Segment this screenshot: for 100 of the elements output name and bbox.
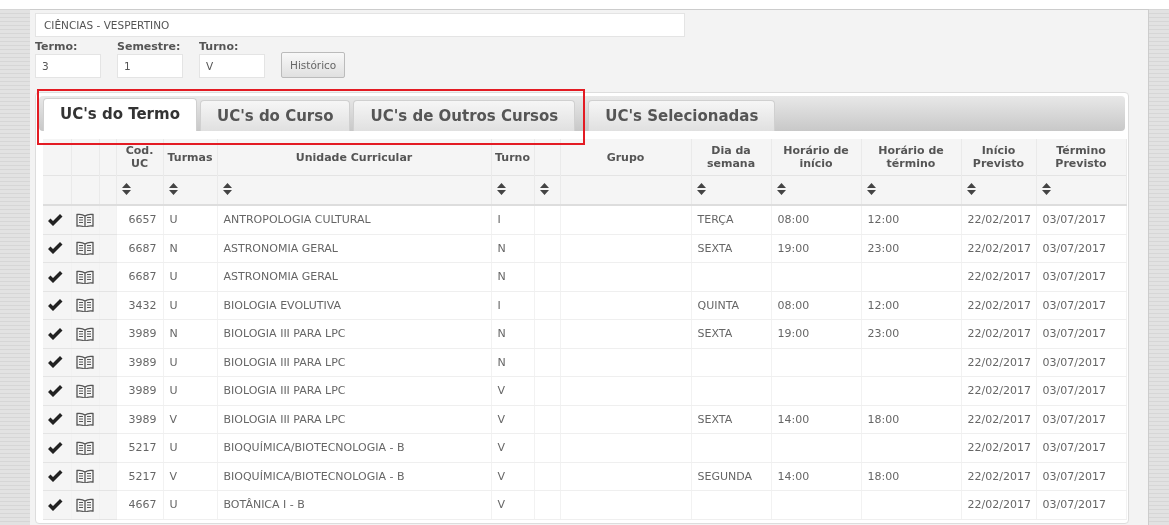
tab[interactable]: UC's do Curso	[199, 100, 351, 131]
table-cell: V	[497, 412, 506, 426]
sort-icon[interactable]	[1041, 182, 1051, 195]
table-cell: BIOLOGIA III PARA LPC	[223, 327, 346, 341]
table-cell: U	[169, 441, 178, 455]
tab[interactable]: UC's Selecionadas	[588, 100, 776, 131]
table-cell: V	[497, 441, 506, 455]
input-field[interactable]: V	[199, 54, 265, 78]
book-icon[interactable]	[75, 269, 94, 284]
book-icon[interactable]	[75, 440, 94, 455]
book-icon[interactable]	[75, 412, 94, 427]
column-header[interactable]: Unidade Curricular	[217, 139, 491, 176]
table-cell: U	[169, 498, 178, 512]
table-cell: U	[169, 355, 178, 369]
table-cell: 3989	[128, 355, 157, 369]
checkmark-icon[interactable]	[47, 269, 63, 284]
column-header[interactable]: Término Previsto	[1036, 139, 1126, 176]
table-cell: 23:00	[867, 241, 900, 255]
checkmark-icon[interactable]	[47, 326, 63, 341]
table-cell: 22/02/2017	[967, 270, 1031, 284]
book-icon[interactable]	[75, 241, 94, 256]
table-cell: BIOQUÍMICA/BIOTECNOLOGIA - B	[223, 441, 405, 455]
table-cell: I	[497, 213, 501, 227]
sort-icon[interactable]	[696, 182, 706, 195]
book-icon[interactable]	[75, 212, 94, 227]
table-cell: 08:00	[777, 298, 810, 312]
column-header[interactable]: Início Previsto	[961, 139, 1036, 176]
table-cell: 18:00	[867, 412, 900, 426]
table-cell: 4667	[128, 498, 157, 512]
column-header[interactable]: Horário de término	[861, 139, 961, 176]
table-cell: 6657	[128, 213, 157, 227]
column-header[interactable]: Turmas	[163, 139, 217, 176]
checkmark-icon[interactable]	[47, 298, 63, 313]
book-icon[interactable]	[75, 469, 94, 484]
table-cell: V	[497, 469, 506, 483]
table-cell: ANTROPOLOGIA CULTURAL	[223, 213, 371, 227]
table-cell: 03/07/2017	[1042, 298, 1106, 312]
sort-icon[interactable]	[776, 182, 786, 195]
course-field[interactable]: CIÊNCIAS - VESPERTINO	[35, 13, 685, 37]
table-cell: N	[169, 241, 178, 255]
book-icon[interactable]	[75, 355, 94, 370]
table-cell: 22/02/2017	[967, 441, 1031, 455]
table-cell: I	[497, 298, 501, 312]
column-header[interactable]: Cod. UC	[116, 139, 163, 176]
table-cell: 03/07/2017	[1042, 498, 1106, 512]
book-icon[interactable]	[75, 383, 94, 398]
checkmark-icon[interactable]	[47, 497, 63, 512]
checkmark-icon[interactable]	[47, 469, 63, 484]
sort-icon[interactable]	[222, 182, 232, 195]
sort-icon[interactable]	[496, 182, 506, 195]
column-header[interactable]: Grupo	[560, 139, 691, 176]
sort-icon[interactable]	[168, 182, 178, 195]
table-cell: U	[169, 270, 178, 284]
table-cell: V	[169, 469, 178, 483]
table-cell: 6687	[128, 241, 157, 255]
table-cell: 22/02/2017	[967, 384, 1031, 398]
checkmark-icon[interactable]	[47, 412, 63, 427]
book-icon[interactable]	[75, 298, 94, 313]
table-cell: 03/07/2017	[1042, 270, 1106, 284]
table-cell: BIOLOGIA EVOLUTIVA	[223, 298, 341, 312]
sort-icon[interactable]	[121, 182, 131, 195]
table-cell: V	[497, 498, 506, 512]
sort-icon[interactable]	[866, 182, 876, 195]
table-cell: 5217	[128, 469, 157, 483]
table-cell: 03/07/2017	[1042, 441, 1106, 455]
tab[interactable]: UC's do Termo	[43, 98, 197, 131]
table-cell: BIOLOGIA III PARA LPC	[223, 384, 346, 398]
column-header[interactable]: Dia da semana	[691, 139, 771, 176]
checkmark-icon[interactable]	[47, 383, 63, 398]
column-header[interactable]: Turno	[491, 139, 534, 176]
table-cell: SEXTA	[697, 241, 733, 255]
table-cell: BOTÂNICA I - B	[223, 498, 305, 512]
checkmark-icon[interactable]	[47, 212, 63, 227]
table-cell: 03/07/2017	[1042, 412, 1106, 426]
sort-icon[interactable]	[966, 182, 976, 195]
sort-icon[interactable]	[539, 182, 549, 195]
tab[interactable]: UC's de Outros Cursos	[353, 100, 576, 131]
table-cell: V	[169, 412, 178, 426]
table-cell: 03/07/2017	[1042, 384, 1106, 398]
checkmark-icon[interactable]	[47, 241, 63, 256]
table-cell: 03/07/2017	[1042, 241, 1106, 255]
input-field[interactable]: 1	[117, 54, 183, 78]
input-field[interactable]: 3	[35, 54, 101, 78]
table-cell: U	[169, 213, 178, 227]
book-icon[interactable]	[75, 497, 94, 512]
table-cell: 3989	[128, 327, 157, 341]
history-button[interactable]: Histórico	[281, 52, 346, 78]
table-cell: U	[169, 298, 178, 312]
table-cell: 22/02/2017	[967, 469, 1031, 483]
checkmark-icon[interactable]	[47, 440, 63, 455]
table-cell: 14:00	[777, 469, 810, 483]
column-header[interactable]: Horário de início	[771, 139, 861, 176]
table-cell: N	[497, 355, 506, 369]
table-cell: 19:00	[777, 327, 810, 341]
table-cell: 23:00	[867, 327, 900, 341]
book-icon[interactable]	[75, 326, 94, 341]
table-cell: 03/07/2017	[1042, 327, 1106, 341]
checkmark-icon[interactable]	[47, 355, 63, 370]
table-cell: BIOQUÍMICA/BIOTECNOLOGIA - B	[223, 469, 405, 483]
table-cell: SEXTA	[697, 412, 733, 426]
